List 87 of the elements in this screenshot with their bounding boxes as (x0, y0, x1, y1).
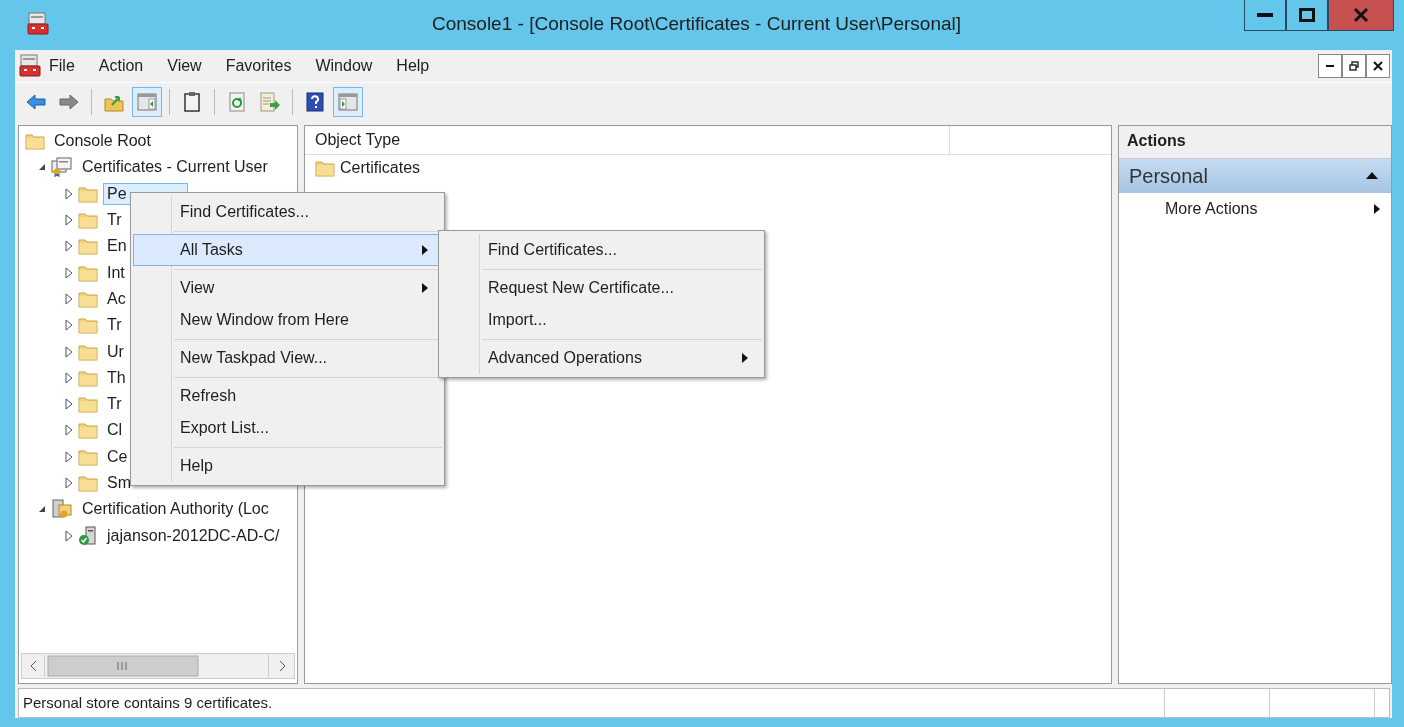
expand-icon[interactable] (64, 214, 74, 227)
minimize-icon (1257, 13, 1273, 17)
expand-icon[interactable] (64, 529, 74, 542)
status-text: Personal store contains 9 certificates. (22, 693, 274, 713)
tree-item[interactable]: Ac (103, 287, 130, 310)
certification-authority-icon (51, 499, 73, 520)
restore-button[interactable] (1342, 54, 1366, 78)
tree-item[interactable]: Ce (103, 445, 132, 468)
expand-icon[interactable] (64, 266, 74, 279)
window-title: Console1 - [Console Root\Certificates - Current User\Personal] (430, 13, 963, 35)
menu-item[interactable]: Request New Certificate... (441, 272, 762, 304)
action-item[interactable]: More Actions (1119, 193, 1391, 225)
folder-icon (78, 342, 98, 361)
actions-header: Actions (1119, 126, 1391, 159)
actions-section-header[interactable]: Personal (1119, 159, 1391, 193)
menu-item[interactable]: View (133, 272, 442, 304)
folder-icon (78, 474, 98, 492)
minimize-button[interactable] (1244, 0, 1286, 31)
action-pane-toggle-icon[interactable] (333, 87, 363, 117)
expand-icon[interactable] (64, 477, 74, 489)
maximize-icon (1299, 8, 1315, 22)
expand-icon[interactable] (64, 292, 74, 305)
folder-icon (78, 211, 98, 230)
folder-icon (78, 263, 98, 282)
menu-bar-item[interactable]: File (41, 53, 87, 79)
menu-bar-item[interactable]: Help (384, 53, 442, 79)
folder-icon (25, 132, 45, 151)
menu-item[interactable]: Advanced Operations (441, 342, 762, 374)
server-icon (78, 525, 98, 546)
close-button[interactable] (1366, 54, 1390, 78)
list-item[interactable]: Certificates (340, 159, 421, 177)
column-header[interactable]: Object Type (305, 126, 950, 154)
menu-item[interactable]: Find Certificates... (133, 196, 442, 228)
menu-bar-item[interactable]: Favorites (213, 53, 304, 79)
expand-icon[interactable] (64, 398, 74, 411)
tree-item[interactable]: Console Root (50, 130, 155, 153)
minimize-icon (1326, 64, 1334, 68)
menu-item[interactable]: Help (133, 450, 442, 482)
certificate-store-icon (51, 157, 73, 178)
tree-item[interactable]: Tr (103, 209, 126, 232)
tree-item[interactable]: Tr (103, 393, 126, 416)
minimize-button[interactable] (1318, 54, 1342, 78)
horizontal-scrollbar[interactable] (21, 653, 295, 679)
expand-icon[interactable] (64, 450, 74, 463)
collapse-arrow-icon (1365, 170, 1379, 182)
collapse-icon[interactable] (37, 162, 47, 173)
expand-icon[interactable] (64, 371, 74, 384)
restore-icon (1349, 61, 1359, 71)
folder-icon (78, 368, 98, 387)
folder-icon (78, 395, 98, 414)
maximize-button[interactable] (1286, 0, 1328, 31)
collapse-icon[interactable] (37, 504, 47, 515)
menu-bar-item[interactable]: View (155, 53, 214, 79)
console-icon[interactable] (19, 54, 41, 78)
menu-item[interactable]: New Taskpad View... (133, 342, 442, 374)
menu-item[interactable]: Refresh (133, 380, 442, 412)
tree-item[interactable]: Certification Authority (Loc (78, 498, 273, 521)
console-tree-toggle-icon[interactable] (132, 87, 162, 117)
tree-item[interactable]: En (103, 235, 131, 258)
folder-icon (78, 447, 98, 466)
close-icon (1373, 61, 1383, 71)
tree-item[interactable]: Cl (103, 419, 127, 442)
menu-bar-item[interactable]: Action (86, 53, 156, 79)
expand-icon[interactable] (64, 240, 74, 253)
menu-item[interactable]: New Window from Here (133, 304, 442, 336)
menu-item[interactable]: Find Certificates... (441, 234, 762, 266)
expand-icon[interactable] (64, 345, 74, 358)
expand-icon[interactable] (64, 424, 74, 437)
menu-bar-item[interactable]: Window (303, 53, 385, 79)
folder-icon (78, 184, 98, 203)
folder-icon (78, 237, 98, 256)
expand-icon[interactable] (64, 187, 74, 200)
close-icon (1352, 7, 1370, 23)
folder-icon (315, 159, 335, 177)
menu-item[interactable]: Import... (441, 304, 762, 336)
tree-item[interactable]: Th (103, 366, 130, 389)
tree-item[interactable]: Ur (103, 340, 128, 363)
folder-icon (78, 316, 98, 335)
expand-icon[interactable] (64, 319, 74, 332)
menu-item[interactable]: Export List... (133, 412, 442, 444)
tree-item[interactable]: Certificates - Current User (78, 156, 272, 179)
folder-icon (78, 421, 98, 440)
tree-item[interactable]: jajanson-2012DC-AD-C/ (103, 524, 284, 547)
tree-item[interactable]: Int (103, 261, 129, 284)
tree-item[interactable]: Tr (103, 314, 126, 337)
folder-icon (78, 289, 98, 308)
app-icon[interactable] (27, 12, 49, 36)
